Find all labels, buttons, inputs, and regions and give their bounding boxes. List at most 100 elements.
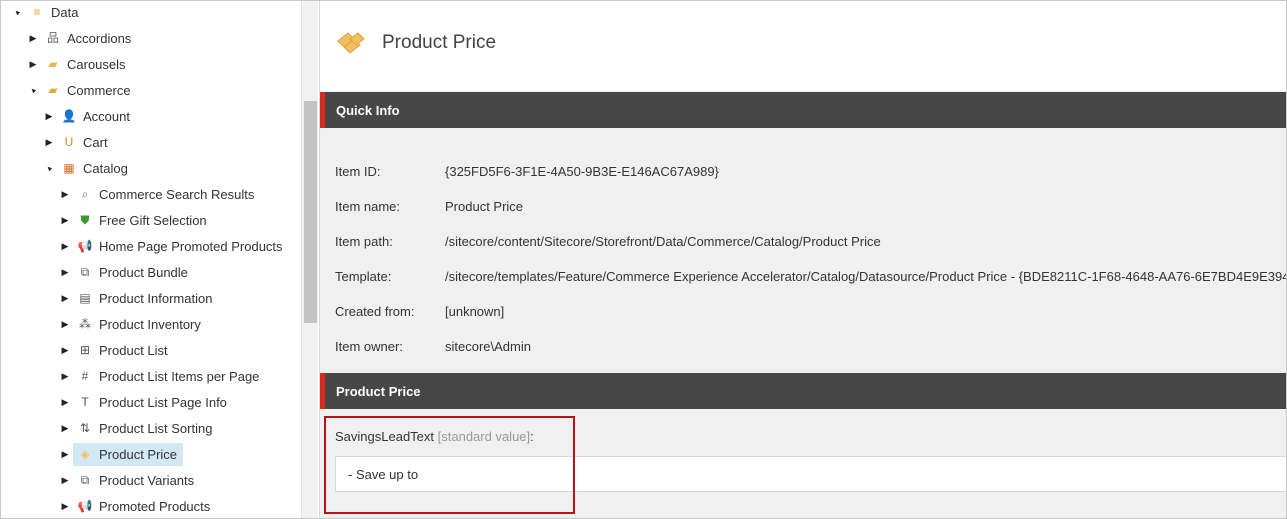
expand-arrow-icon[interactable]: ▶ — [59, 448, 71, 460]
tree-item-product-list-sorting[interactable]: ▶ ⇅ Product List Sorting — [59, 415, 214, 441]
tree-item-label: Data — [51, 4, 79, 20]
expand-arrow-icon[interactable]: ▶ — [59, 318, 71, 330]
sorting-icon: ⇅ — [79, 421, 91, 435]
tree-item-free-gift-selection[interactable]: ▶ ⛊ Free Gift Selection — [59, 207, 209, 233]
tree-item-label: Free Gift Selection — [99, 212, 207, 228]
tree-item-label: Catalog — [83, 160, 128, 176]
info-row-item-id: Item ID: {325FD5F6-3F1E-4A50-9B3E-E146AC… — [335, 161, 719, 181]
product-price-section-title: Product Price — [336, 383, 421, 399]
info-value: /sitecore/content/Sitecore/Storefront/Da… — [445, 233, 881, 249]
tree-item-label: Account — [83, 108, 130, 124]
tree-item-product-variants[interactable]: ▶ ⧉ Product Variants — [59, 467, 196, 493]
item-title: Product Price — [382, 32, 497, 53]
info-key: Item owner: — [335, 338, 403, 354]
document-icon: ▤ — [79, 291, 91, 305]
tree-item-cart[interactable]: ▶ U Cart — [43, 129, 110, 155]
tree-item-product-price[interactable]: ▶ ◈ Product Price — [59, 441, 184, 467]
tree-item-label: Product Variants — [99, 472, 195, 488]
info-row-item-path: Item path: /sitecore/content/Sitecore/St… — [335, 231, 881, 251]
expand-arrow-icon[interactable]: ▶ — [59, 240, 71, 252]
collapse-arrow-icon[interactable]: ▲ — [42, 161, 56, 175]
tree-item-home-page-promoted-products[interactable]: ▶ 📢 Home Page Promoted Products — [59, 233, 285, 259]
item-header: Product Price — [320, 1, 1286, 91]
expand-arrow-icon[interactable]: ▶ — [59, 422, 71, 434]
expand-arrow-icon[interactable]: ▶ — [59, 214, 71, 226]
content-tree: ▲ ≡ Data ▶ 品 Accordions ▶ ▰ Carousels ▲ ▰ Commerce ▶… — [1, 1, 301, 518]
quick-info-title: Quick Info — [336, 102, 400, 118]
page-info-icon: T — [81, 395, 89, 409]
tree-item-label: Product List — [99, 342, 168, 358]
carousel-folder-icon: ▰ — [48, 57, 58, 71]
expand-arrow-icon[interactable]: ▶ — [59, 344, 71, 356]
tree-item-label: Home Page Promoted Products — [99, 238, 283, 254]
expand-arrow-icon[interactable]: ▶ — [59, 370, 71, 382]
commerce-folder-icon: ▰ — [48, 83, 58, 97]
info-row-created-from: Created from: [unknown] — [335, 301, 504, 321]
expand-arrow-icon[interactable]: ▶ — [27, 58, 39, 70]
tree-item-accordions[interactable]: ▶ 品 Accordions — [27, 25, 133, 51]
catalog-icon: ▦ — [63, 161, 75, 175]
tree-item-label: Commerce Search Results — [99, 186, 255, 202]
expand-arrow-icon[interactable]: ▶ — [59, 292, 71, 304]
list-grid-icon: ⊞ — [79, 343, 91, 357]
info-row-item-owner: Item owner: sitecore\Admin — [335, 336, 531, 356]
info-row-item-name: Item name: Product Price — [335, 196, 523, 216]
tree-item-product-list-items-per-page[interactable]: ▶ # Product List Items per Page — [59, 363, 261, 389]
bundle-icon: ⧉ — [80, 265, 90, 279]
tree-item-product-bundle[interactable]: ▶ ⧉ Product Bundle — [59, 259, 190, 285]
inventory-icon: ⁂ — [79, 317, 91, 331]
info-key: Item ID: — [335, 163, 381, 179]
collapse-arrow-icon[interactable]: ▲ — [26, 83, 40, 97]
tree-item-carousels[interactable]: ▶ ▰ Carousels — [27, 51, 128, 77]
tree-item-label: Product List Items per Page — [99, 368, 260, 384]
expand-arrow-icon[interactable]: ▶ — [59, 500, 71, 512]
collapse-arrow-icon[interactable]: ▲ — [10, 5, 24, 19]
tree-item-label: Cart — [83, 134, 108, 150]
tree-item-label: Accordions — [67, 30, 132, 46]
template-link[interactable]: /sitecore/templates/Feature/Commerce Exp… — [445, 269, 1286, 284]
tree-item-product-inventory[interactable]: ▶ ⁂ Product Inventory — [59, 311, 203, 337]
product-price-section-header[interactable]: Product Price — [320, 373, 1286, 409]
expand-arrow-icon[interactable]: ▶ — [59, 266, 71, 278]
info-value: [unknown] — [445, 303, 505, 319]
price-tag-icon: ◈ — [80, 447, 90, 461]
product-price-icon — [337, 32, 365, 54]
tree-item-label: Carousels — [67, 56, 126, 72]
account-icon: 👤 — [61, 109, 77, 123]
expand-arrow-icon[interactable]: ▶ — [59, 188, 71, 200]
tree-item-label: Product List Sorting — [99, 420, 213, 436]
info-row-template: Template: /sitecore/templates/Feature/Co… — [335, 266, 1286, 286]
tree-item-label: Product Information — [99, 290, 213, 306]
tree-item-label: Product Price — [99, 446, 178, 462]
tree-item-label: Promoted Products — [99, 498, 211, 514]
tree-item-product-list[interactable]: ▶ ⊞ Product List — [59, 337, 170, 363]
tree-scrollbar-thumb[interactable] — [304, 101, 317, 323]
search-results-icon: ⌕ — [81, 187, 89, 201]
tree-item-commerce-search-results[interactable]: ▶ ⌕ Commerce Search Results — [59, 181, 256, 207]
info-key: Template: — [335, 268, 392, 284]
tree-item-product-list-page-info[interactable]: ▶ T Product List Page Info — [59, 389, 229, 415]
expand-arrow-icon[interactable]: ▶ — [43, 136, 55, 148]
expand-arrow-icon[interactable]: ▶ — [59, 474, 71, 486]
quick-info-section-header[interactable]: Quick Info — [320, 92, 1286, 128]
tree-item-label: Product Inventory — [99, 316, 201, 332]
info-value: sitecore\Admin — [445, 338, 531, 354]
tree-scrollbar[interactable] — [301, 1, 318, 518]
expand-arrow-icon[interactable]: ▶ — [27, 32, 39, 44]
info-value: Product Price — [445, 198, 524, 214]
tree-item-label: Product Bundle — [99, 264, 188, 280]
data-folder-icon: ≡ — [33, 5, 41, 19]
tree-item-commerce[interactable]: ▲ ▰ Commerce — [27, 77, 133, 103]
items-per-page-icon: # — [81, 369, 89, 383]
expand-arrow-icon[interactable]: ▶ — [59, 396, 71, 408]
tree-item-data[interactable]: ▲ ≡ Data — [11, 1, 80, 25]
megaphone-icon: 📢 — [77, 239, 93, 253]
tree-item-product-information[interactable]: ▶ ▤ Product Information — [59, 285, 214, 311]
tree-item-account[interactable]: ▶ 👤 Account — [43, 103, 132, 129]
info-key: Item name: — [335, 198, 401, 214]
tree-item-label: Product List Page Info — [99, 394, 227, 410]
expand-arrow-icon[interactable]: ▶ — [43, 110, 55, 122]
hierarchy-icon: 品 — [46, 31, 59, 45]
tree-item-catalog[interactable]: ▲ ▦ Catalog — [43, 155, 130, 181]
tree-item-promoted-products[interactable]: ▶ 📢 Promoted Products — [59, 493, 212, 518]
